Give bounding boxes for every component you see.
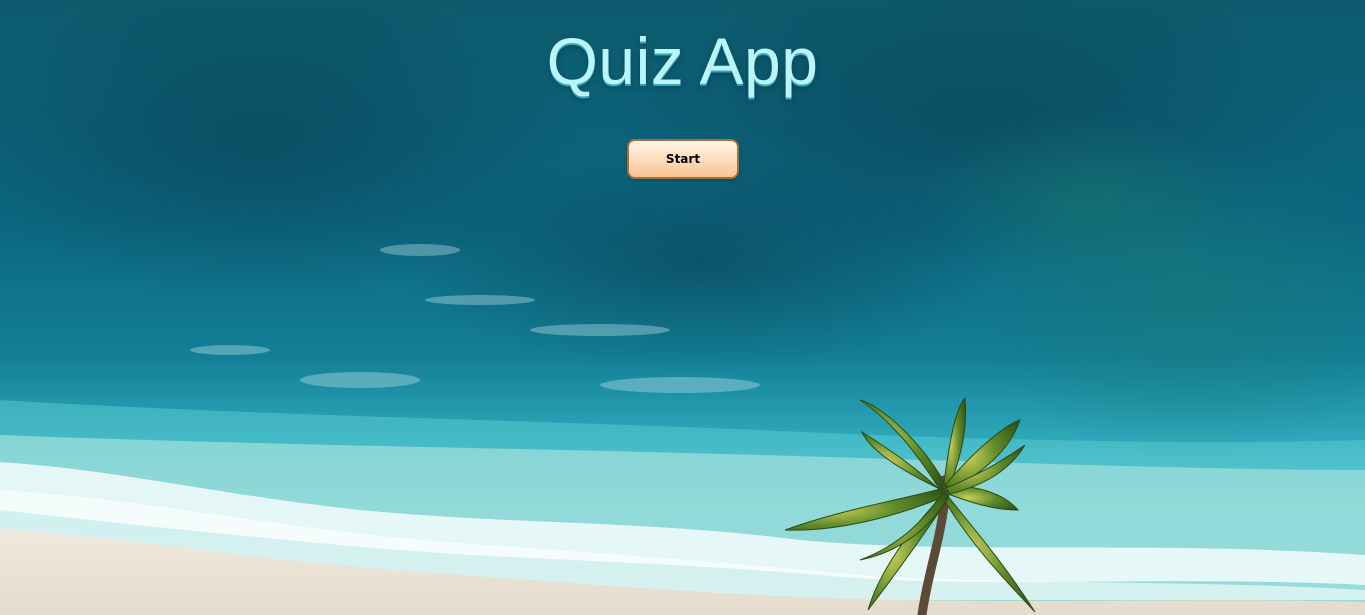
page-title: Quiz App — [546, 24, 819, 98]
start-button[interactable]: Start — [627, 139, 739, 179]
